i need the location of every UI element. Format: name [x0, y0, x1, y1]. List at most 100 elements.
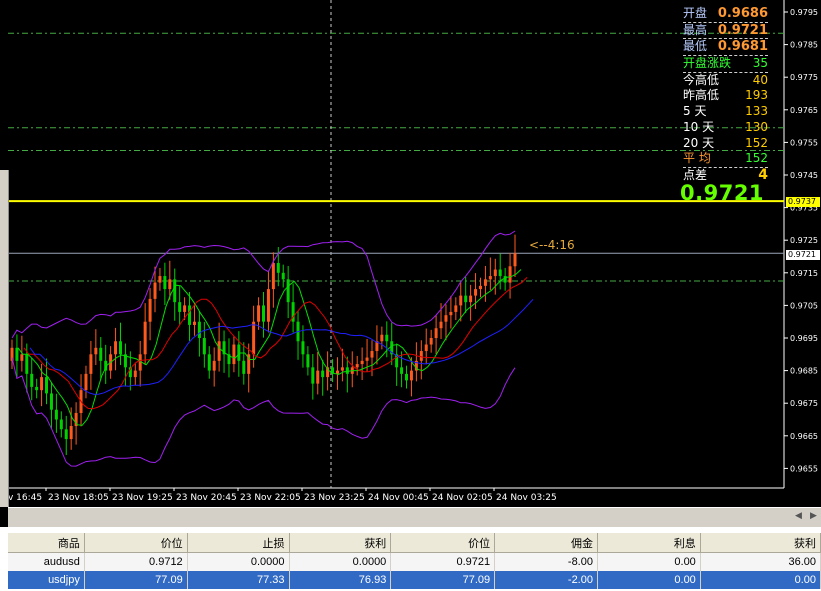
time-tick-label: v 16:45: [8, 493, 42, 503]
candle-body: [212, 360, 216, 371]
info-label: 10 天: [683, 119, 715, 134]
column-header[interactable]: 获利: [700, 533, 821, 553]
price-tick-label: 0.9685: [790, 367, 818, 376]
orders-table: 商品 价位 止损 获利 价位 佣金 利息 获利 audusd 0.9712 0.0000 0.000…: [8, 533, 821, 589]
candle-body: [281, 272, 285, 280]
candle-body: [183, 305, 187, 312]
info-label: 最低: [683, 39, 708, 54]
candle-body: [114, 341, 118, 355]
candle-body: [45, 377, 49, 394]
time-tick-label: 24 Nov 03:25: [496, 493, 557, 503]
candle-body: [266, 289, 270, 322]
time-tick-label: 23 Nov 18:05: [48, 493, 109, 503]
price-tick-label: 0.9755: [790, 138, 818, 147]
candle-body: [340, 367, 344, 371]
price-tick-label: 0.9705: [790, 301, 818, 310]
price-tick-label: 0.9795: [790, 8, 818, 17]
price-tick-label: 0.9775: [790, 73, 818, 82]
candle-body: [257, 305, 261, 322]
candle-body: [493, 269, 497, 277]
column-header[interactable]: 佣金: [494, 533, 598, 553]
candle-body: [148, 298, 152, 322]
terminal-panel: 商品 价位 止损 获利 价位 佣金 利息 获利 audusd 0.9712 0.0000 0.000…: [0, 527, 821, 591]
candle-body: [202, 338, 206, 355]
candle-body: [306, 354, 310, 368]
candle-body: [454, 305, 458, 312]
candle-body: [316, 370, 320, 384]
cell-profit: 0.00: [700, 571, 821, 589]
chart-scrollbar[interactable]: [8, 507, 821, 528]
candle-body: [217, 341, 221, 361]
info-row: 10 天 130: [683, 120, 768, 136]
yellow-line-price-tag: 0.9737: [786, 197, 820, 207]
column-header[interactable]: 商品: [8, 533, 85, 553]
candle-body: [483, 279, 487, 286]
candle-body: [469, 295, 473, 303]
candle-body: [15, 347, 19, 361]
info-row: 昨高低 193: [683, 88, 768, 104]
candle-body: [153, 282, 157, 299]
column-header[interactable]: 止损: [187, 533, 290, 553]
info-row: 5 天 133: [683, 104, 768, 120]
candle-body: [424, 344, 428, 352]
cell-profit: 36.00: [700, 552, 821, 571]
candle-body: [400, 367, 404, 374]
info-value: 133: [745, 104, 768, 119]
candle-body: [464, 295, 468, 303]
candle-body: [59, 419, 63, 430]
price-tick-label: 0.9695: [790, 334, 818, 343]
candle-body: [321, 370, 325, 378]
window-left-edge: [0, 170, 9, 507]
candle-body: [40, 377, 44, 391]
price-tick-label: 0.9665: [790, 432, 818, 441]
candle-body: [429, 338, 433, 345]
info-row: 开盘 0.9686: [683, 6, 768, 23]
info-value: 35: [752, 56, 768, 71]
candle-body: [335, 370, 339, 374]
cell-take: 76.93: [289, 571, 392, 589]
column-header[interactable]: 价位: [390, 533, 496, 553]
price-tick-label: 0.9715: [790, 269, 818, 278]
cell-price: 0.9712: [84, 552, 188, 571]
candle-body: [94, 347, 98, 355]
candle-body: [242, 360, 246, 374]
info-row: 20 天 152: [683, 136, 768, 152]
scroll-right-icon[interactable]: ▶: [810, 511, 817, 521]
info-label: 开盘: [683, 6, 708, 20]
time-tick-label: 23 Nov 20:45: [176, 493, 237, 503]
candle-body: [133, 370, 137, 378]
candle-body: [286, 279, 290, 303]
info-row: 最低 0.9681: [683, 39, 768, 57]
scroll-left-icon[interactable]: ◀: [795, 511, 802, 521]
candle-body: [163, 276, 167, 290]
info-label: 最高: [683, 22, 708, 37]
table-row[interactable]: audusd 0.9712 0.0000 0.0000 0.9721 -8.00 0.00 3…: [8, 552, 821, 571]
candle-body: [474, 289, 478, 296]
column-header[interactable]: 获利: [289, 533, 392, 553]
candle-body: [158, 276, 162, 283]
candle-body: [30, 373, 34, 387]
info-value: 40: [752, 72, 768, 87]
info-value: 152: [745, 151, 768, 166]
candle-body: [262, 305, 265, 322]
column-header[interactable]: 利息: [597, 533, 701, 553]
column-header[interactable]: 价位: [84, 533, 188, 553]
candle-body: [434, 328, 438, 338]
candle-body: [54, 409, 58, 420]
candle-body: [232, 344, 236, 365]
time-tick-label: 23 Nov 23:25: [304, 493, 365, 503]
cell-current: 0.9721: [390, 552, 496, 571]
cell-stop: 0.0000: [187, 552, 290, 571]
info-label: 开盘涨跌: [683, 56, 732, 71]
candle-body: [25, 354, 29, 374]
info-value: 193: [745, 88, 768, 103]
info-value: 152: [745, 135, 768, 150]
price-tick-label: 0.9785: [790, 41, 818, 50]
price-tick-label: 0.9675: [790, 399, 818, 408]
candle-body: [360, 360, 364, 365]
table-row[interactable]: usdjpy 77.09 77.33 76.93 77.09 -2.00 0.00 0.00: [8, 571, 821, 589]
time-tick-label: 23 Nov 22:05: [240, 493, 301, 503]
info-value: 0.9681: [717, 39, 768, 55]
info-label: 昨高低: [683, 88, 720, 103]
ma-red-line: [23, 277, 528, 410]
